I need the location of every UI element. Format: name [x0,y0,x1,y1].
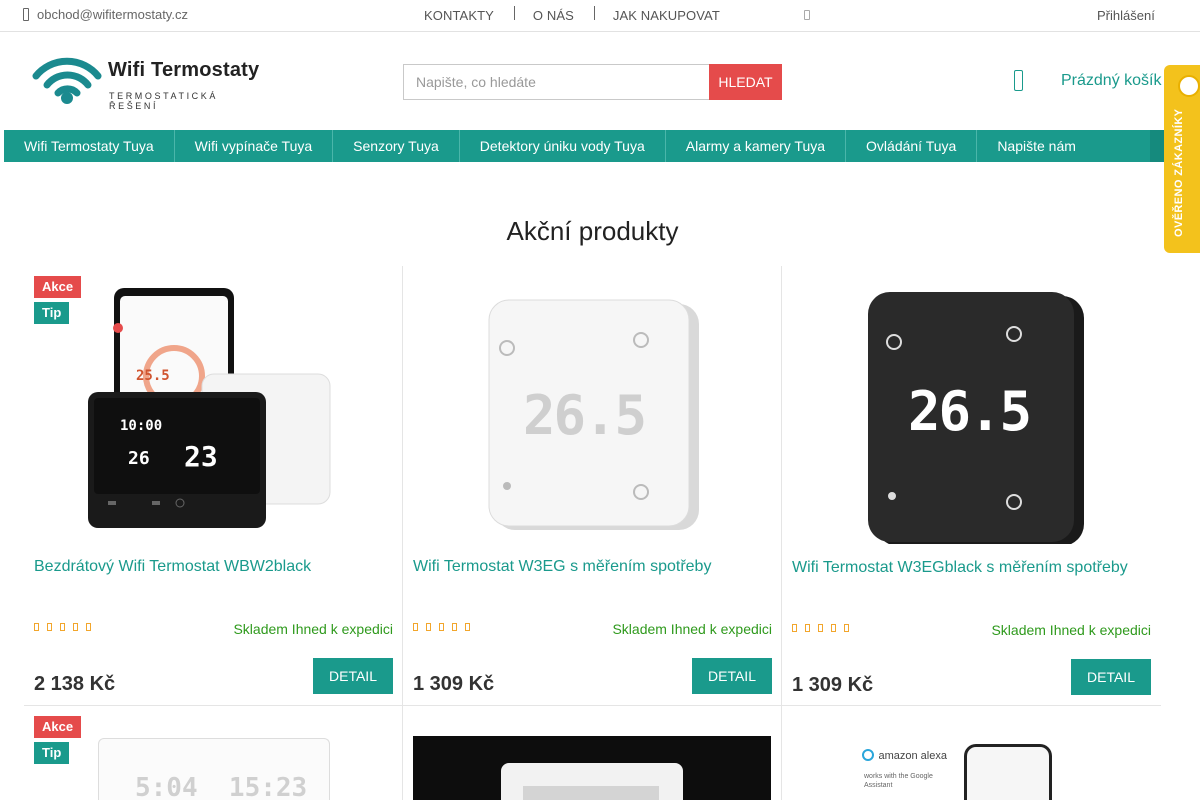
main-nav: Wifi Termostaty Tuya Wifi vypínače Tuya … [4,130,1164,162]
product-price: 1 309 Kč [792,674,874,696]
email-text[interactable]: obchod@wifitermostaty.cz [37,7,188,22]
star-icon [34,623,39,631]
product-image[interactable]: 26.5 [832,276,1112,544]
stock-status: Skladem Ihned k expedici [612,621,772,637]
product-card[interactable]: 26.5 Wifi Termostat W3EG s měřením spotř… [403,266,782,706]
star-icon [452,623,457,631]
nav-more-button[interactable] [1150,130,1164,162]
login-link[interactable]: Přihlášení [1097,8,1155,23]
top-link-kontakty[interactable]: KONTAKTY [424,8,494,23]
star-icon [426,623,431,631]
product-image[interactable] [413,736,771,800]
phone-icon [23,8,29,21]
top-links: KONTAKTY O NÁS JAK NAKUPOVAT [424,5,720,23]
nav-item-detektory[interactable]: Detektory úniku vody Tuya [460,130,666,162]
phone-image [964,744,1052,800]
product-price: 1 309 Kč [413,673,495,695]
detail-button[interactable]: DETAIL [692,658,772,694]
alexa-text: amazon alexa [878,750,947,762]
search-input[interactable] [403,64,709,100]
product-image[interactable]: 26.5 [453,276,733,544]
top-link-o-nas[interactable]: O NÁS [533,8,574,23]
wifi-logo-icon [32,57,102,104]
product-name[interactable]: Bezdrátový Wifi Termostat WBW2black [34,557,394,577]
product-card[interactable]: 25.5 10:00 26 23 Akce Tip Bezdrátový Wif… [24,266,403,706]
display-set: 26 [128,448,150,469]
display-temp: 26.5 [523,384,647,447]
cart-label[interactable]: Prázdný košík [1061,72,1161,90]
google-assistant-text: works with the Google Assistant [864,773,933,789]
top-link-jak-nakupovat[interactable]: JAK NAKUPOVAT [613,8,720,23]
alexa-logo: amazon alexa [862,746,947,764]
display-room: 23 [184,440,218,473]
cart[interactable]: Prázdný košík [1014,70,1161,91]
rating-stars[interactable] [413,623,470,631]
detail-button[interactable]: DETAIL [313,658,393,694]
product-name[interactable]: Wifi Termostat W3EG s měřením spotřeby [413,557,773,577]
star-icon [831,624,836,632]
product-card[interactable]: amazon alexa works with the Google Assis… [782,706,1161,800]
detail-button[interactable]: DETAIL [1071,659,1151,695]
star-icon [792,624,797,632]
site-logo[interactable]: Wifi Termostaty TERMOSTATICKÁ ŘEŠENÍ [32,54,272,111]
flag-tip: Tip [34,302,70,324]
device-shape [523,786,659,800]
alexa-icon [862,748,874,761]
product-price: 2 138 Kč [34,673,116,695]
contact-email[interactable]: obchod@wifitermostaty.cz [23,7,188,22]
product-card[interactable] [403,706,782,800]
star-icon [465,623,470,631]
stock-status: Skladem Ihned k expedici [991,622,1151,638]
star-icon [844,624,849,632]
phone-temp: 25.5 [136,368,170,384]
product-image[interactable]: 5:04 15:23 [98,738,330,800]
rating-stars[interactable] [792,624,849,632]
nav-item-wifi-vypinace[interactable]: Wifi vypínače Tuya [175,130,334,162]
logo-title: Wifi Termostaty [108,59,260,81]
dropdown-icon[interactable] [804,10,810,20]
display-temp: 26.5 [908,380,1032,443]
star-icon [73,623,78,631]
top-bar: obchod@wifitermostaty.cz KONTAKTY O NÁS … [0,0,1200,32]
product-card[interactable]: 26.5 Wifi Termostat W3EGblack s měřením … [782,266,1161,706]
star-icon [86,623,91,631]
nav-item-napiste-nam[interactable]: Napište nám [977,130,1096,162]
seal-icon [1178,75,1200,97]
flag-akce: Akce [34,716,82,738]
rating-stars[interactable] [34,623,91,631]
product-name[interactable]: Wifi Termostat W3EGblack s měřením spotř… [792,558,1152,578]
flag-akce: Akce [34,276,82,298]
product-card[interactable]: Akce Tip 5:04 15:23 [24,706,403,800]
star-icon [47,623,52,631]
divider [593,5,595,20]
product-image[interactable]: 25.5 10:00 26 23 [74,276,354,544]
logo-subtitle: TERMOSTATICKÁ ŘEŠENÍ [109,91,218,111]
star-icon [439,623,444,631]
display-digits: 5:04 15:23 [135,773,308,800]
star-icon [805,624,810,632]
nav-item-wifi-termostaty[interactable]: Wifi Termostaty Tuya [4,130,175,162]
display-time: 10:00 [120,418,163,434]
nav-item-senzory[interactable]: Senzory Tuya [333,130,460,162]
star-icon [413,623,418,631]
stock-status: Skladem Ihned k expedici [233,621,393,637]
flag-tip: Tip [34,742,70,764]
nav-item-ovladani[interactable]: Ovládání Tuya [846,130,978,162]
search-bar: HLEDAT [403,64,782,100]
star-icon [818,624,823,632]
section-title: Akční produkty [506,216,679,246]
star-icon [60,623,65,631]
divider [513,5,515,20]
cart-icon [1014,70,1023,91]
nav-item-alarmy[interactable]: Alarmy a kamery Tuya [666,130,847,162]
search-button[interactable]: HLEDAT [709,64,782,100]
